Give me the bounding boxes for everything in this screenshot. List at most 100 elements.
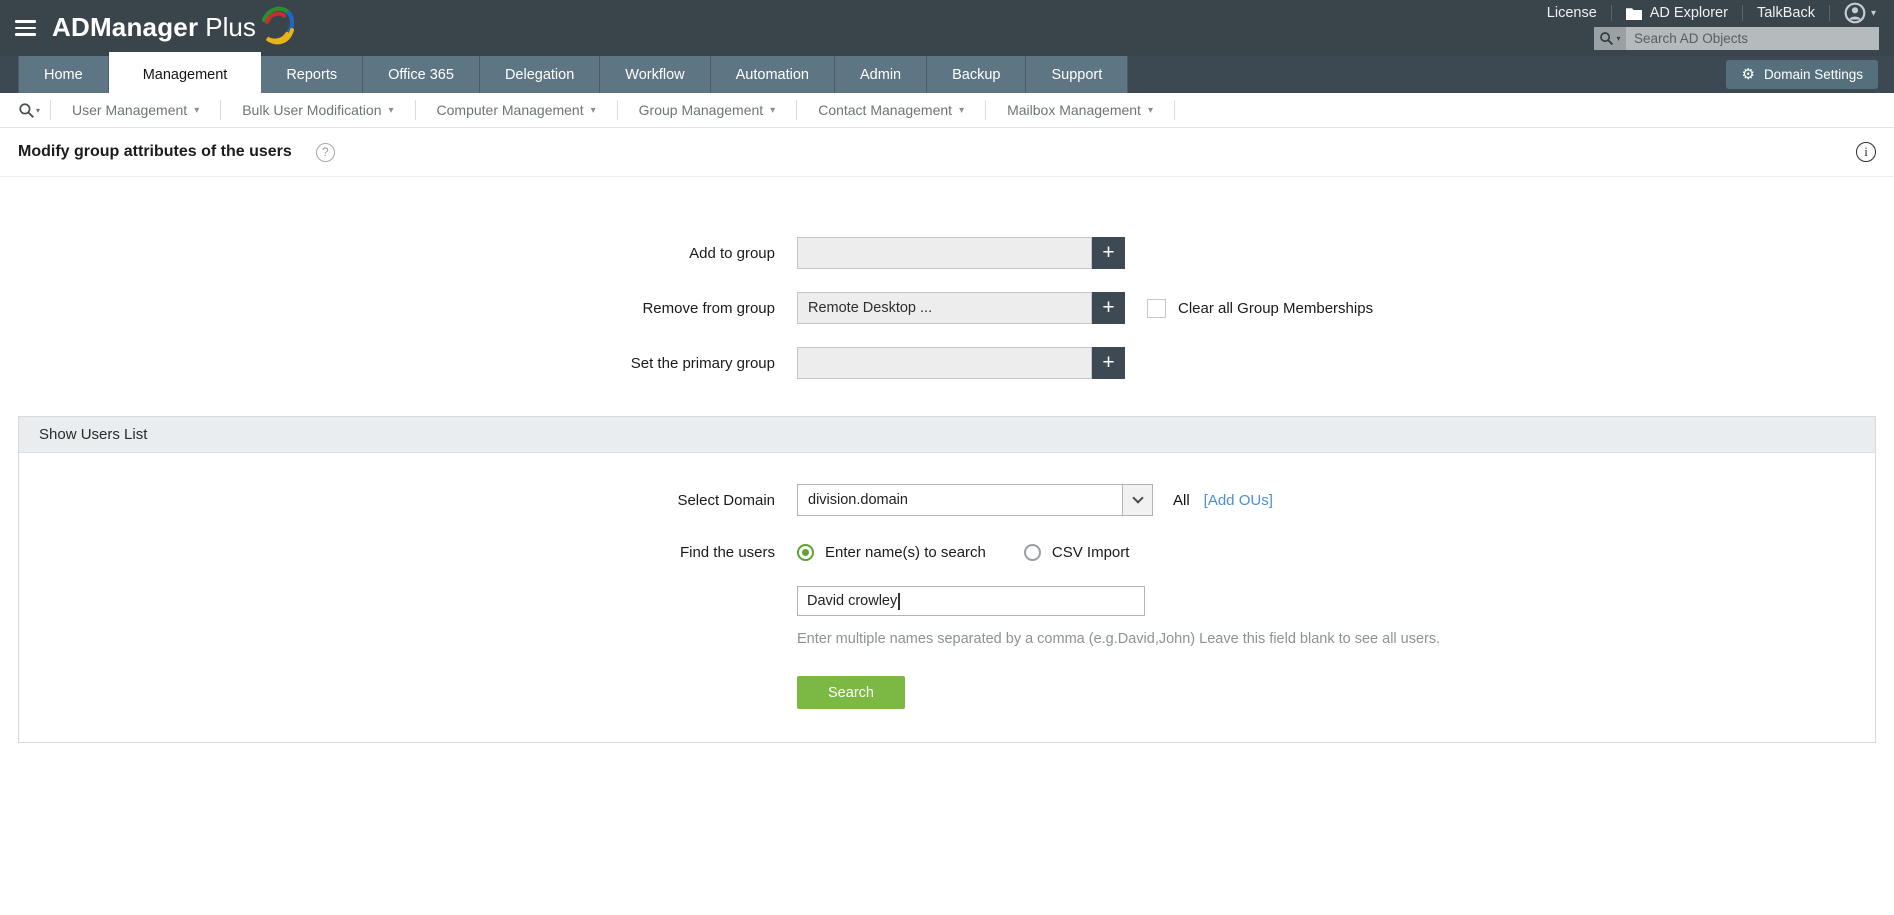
names-input-wrap: David crowley Enter multiple names separ… xyxy=(797,586,1875,709)
menu-icon[interactable] xyxy=(15,20,36,40)
clear-memberships-checkbox[interactable] xyxy=(1147,298,1166,318)
add-to-group-input[interactable] xyxy=(797,237,1092,269)
tab-support[interactable]: Support xyxy=(1026,56,1129,93)
chevron-down-icon: ▾ xyxy=(388,104,394,116)
domain-settings-button[interactable]: ⚙ Domain Settings xyxy=(1726,60,1878,89)
show-users-list-panel: Show Users List Select Domain division.d… xyxy=(18,416,1876,743)
main-nav: Home Management Reports Office 365 Deleg… xyxy=(0,52,1894,93)
subnav-label: Bulk User Modification xyxy=(242,102,382,118)
names-input-value: David crowley xyxy=(807,593,898,609)
ad-explorer-label: AD Explorer xyxy=(1649,5,1728,21)
panel-body: Select Domain division.domain All [Add O… xyxy=(19,453,1875,742)
select-domain-label: Select Domain xyxy=(677,491,775,509)
divider xyxy=(1173,100,1175,120)
remove-from-group-label: Remove from group xyxy=(642,299,775,317)
ou-scope-text: All xyxy=(1173,491,1190,509)
set-primary-group-plus-button[interactable]: + xyxy=(1092,347,1125,379)
set-primary-group-input[interactable] xyxy=(797,347,1092,379)
subnav-item-mailbox-management[interactable]: Mailbox Management ▾ xyxy=(986,102,1174,118)
text-cursor xyxy=(898,592,900,610)
plus-icon: + xyxy=(1102,351,1115,374)
remove-from-group-row: Remove from group Remote Desktop ... + C… xyxy=(0,292,1894,324)
add-ous-link[interactable]: [Add OUs] xyxy=(1204,492,1273,509)
find-users-label: Find the users xyxy=(679,544,775,561)
chevron-down-icon: ▾ xyxy=(1147,104,1153,116)
clear-memberships-label: Clear all Group Memberships xyxy=(1178,299,1374,317)
search-icon xyxy=(19,102,34,118)
clear-memberships-group: Clear all Group Memberships xyxy=(1147,298,1374,318)
remove-from-group-value: Remote Desktop ... xyxy=(808,300,933,316)
talkback-link[interactable]: TalkBack xyxy=(1743,5,1829,21)
logo-text-bold: ADManager xyxy=(52,12,199,42)
management-subnav: ▾ User Management ▾ Bulk User Modificati… xyxy=(0,93,1894,128)
subnav-item-group-management[interactable]: Group Management ▾ xyxy=(618,102,797,118)
chevron-down-icon: ▾ xyxy=(36,105,41,115)
chevron-down-icon xyxy=(1122,485,1152,515)
remove-from-group-plus-button[interactable]: + xyxy=(1092,292,1125,324)
chevron-down-icon: ▾ xyxy=(770,104,776,116)
chevron-down-icon: ▾ xyxy=(590,104,596,116)
page-title: Modify group attributes of the users xyxy=(18,143,292,160)
tab-backup[interactable]: Backup xyxy=(927,56,1027,93)
ad-explorer-link[interactable]: AD Explorer xyxy=(1612,5,1742,21)
app-logo: ADManager Plus xyxy=(52,6,294,45)
gear-icon: ⚙ xyxy=(1741,66,1755,83)
find-users-row: Find the users Enter name(s) to search C… xyxy=(19,544,1875,561)
remove-from-group-input[interactable]: Remote Desktop ... xyxy=(797,292,1092,324)
search-scope-button[interactable]: ▾ xyxy=(1594,27,1626,50)
subnav-label: Mailbox Management xyxy=(1007,102,1141,118)
subnav-label: User Management xyxy=(72,102,188,118)
csv-import-radio[interactable] xyxy=(1023,544,1041,561)
subnav-item-user-management[interactable]: User Management ▾ xyxy=(51,102,220,118)
user-account-menu[interactable]: ▾ xyxy=(1830,2,1880,24)
tab-office-365[interactable]: Office 365 xyxy=(363,56,480,93)
tab-workflow[interactable]: Workflow xyxy=(600,56,711,93)
tab-automation[interactable]: Automation xyxy=(710,56,835,93)
enter-names-radio-label[interactable]: Enter name(s) to search xyxy=(825,544,986,561)
names-input-hint: Enter multiple names separated by a comm… xyxy=(797,631,1441,647)
info-glyph: i xyxy=(1864,144,1868,159)
page-header: Modify group attributes of the users ? i xyxy=(0,128,1894,177)
plus-icon: + xyxy=(1102,296,1115,319)
domain-select[interactable]: division.domain xyxy=(797,484,1153,516)
top-bar: ADManager Plus License AD Explorer TalkB… xyxy=(0,0,1894,56)
ad-object-search: ▾ xyxy=(1594,27,1879,50)
subnav-item-contact-management[interactable]: Contact Management ▾ xyxy=(797,102,985,118)
info-icon[interactable]: i xyxy=(1856,142,1876,162)
subnav-item-computer-management[interactable]: Computer Management ▾ xyxy=(416,102,617,118)
names-input[interactable]: David crowley xyxy=(797,586,1145,616)
talkback-label: TalkBack xyxy=(1756,5,1815,21)
tab-admin[interactable]: Admin xyxy=(835,56,928,93)
panel-header: Show Users List xyxy=(19,417,1875,453)
logo-text-light: Plus xyxy=(205,12,256,42)
tab-delegation[interactable]: Delegation xyxy=(479,56,601,93)
search-input[interactable] xyxy=(1626,27,1879,50)
subnav-label: Contact Management xyxy=(818,102,953,118)
top-links: License AD Explorer TalkBack ▾ xyxy=(1533,0,1880,26)
subnav-label: Group Management xyxy=(638,102,764,118)
logo-swoosh-icon xyxy=(261,6,294,45)
license-link[interactable]: License xyxy=(1533,5,1611,21)
group-attributes-form: Add to group + Remove from group Remote … xyxy=(0,177,1894,379)
set-primary-group-label: Set the primary group xyxy=(630,354,775,372)
select-domain-row: Select Domain division.domain All [Add O… xyxy=(19,484,1875,516)
domain-settings-label: Domain Settings xyxy=(1763,67,1863,82)
chevron-down-icon: ▾ xyxy=(1616,34,1621,43)
tab-management[interactable]: Management xyxy=(108,52,262,93)
help-glyph: ? xyxy=(321,145,329,159)
tab-home[interactable]: Home xyxy=(18,56,109,93)
subnav-search-button[interactable]: ▾ xyxy=(8,102,50,119)
enter-names-radio[interactable] xyxy=(797,544,814,561)
subnav-item-bulk-user-modification[interactable]: Bulk User Modification ▾ xyxy=(221,102,414,118)
add-to-group-row: Add to group + xyxy=(0,237,1894,269)
help-icon[interactable]: ? xyxy=(315,142,335,162)
add-to-group-plus-button[interactable]: + xyxy=(1092,237,1125,269)
tab-reports[interactable]: Reports xyxy=(261,56,364,93)
csv-import-radio-label[interactable]: CSV Import xyxy=(1052,544,1130,561)
user-icon xyxy=(1844,2,1866,24)
search-icon xyxy=(1600,32,1614,46)
search-button[interactable]: Search xyxy=(797,676,905,709)
chevron-down-icon: ▾ xyxy=(1870,7,1876,19)
set-primary-group-row: Set the primary group + xyxy=(0,347,1894,379)
chevron-down-icon: ▾ xyxy=(194,104,200,116)
